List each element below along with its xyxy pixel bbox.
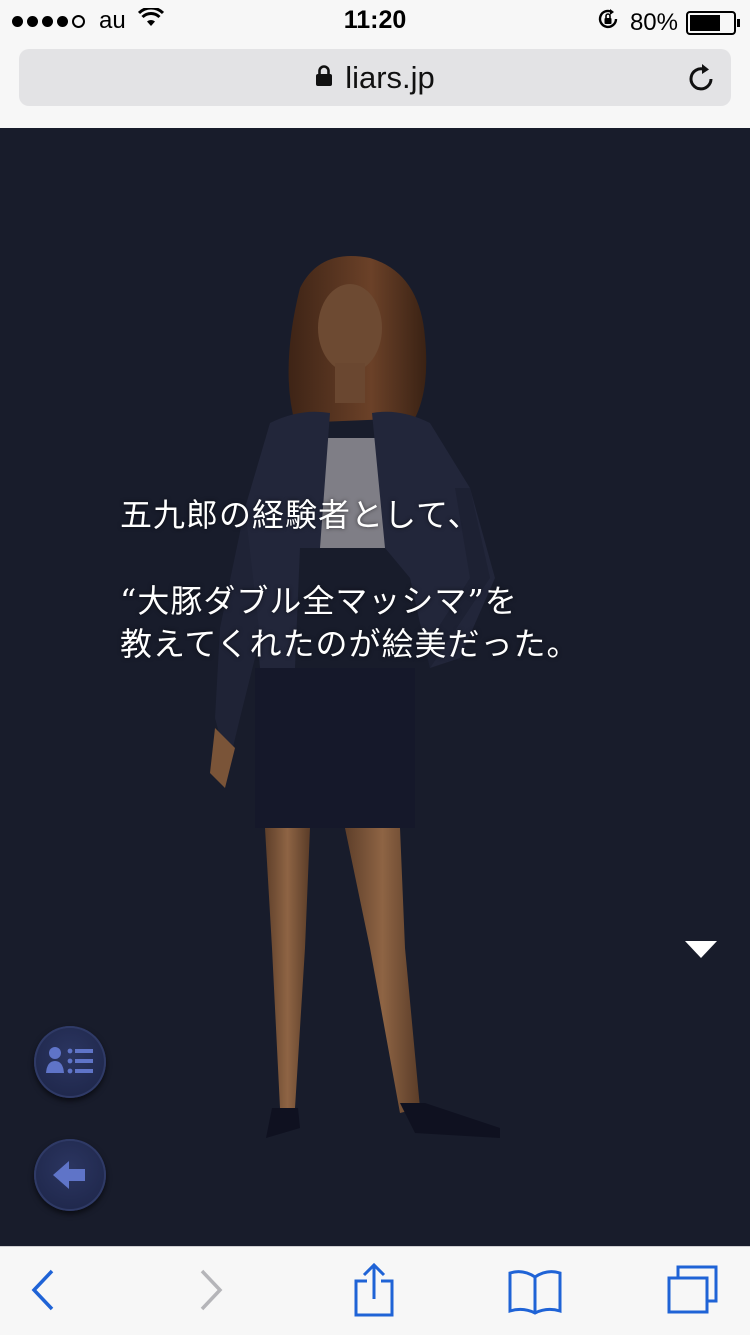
url-text: liars.jp	[345, 60, 435, 95]
character-figure	[210, 256, 500, 1138]
address-bar[interactable]: liars.jp	[19, 49, 731, 106]
url-display[interactable]: liars.jp	[19, 60, 731, 96]
chevron-left-icon[interactable]	[30, 1267, 56, 1318]
rotation-lock-icon	[596, 7, 620, 38]
battery-fill	[690, 14, 720, 31]
book-icon[interactable]	[507, 1269, 563, 1320]
dialogue-line: 五九郎の経験者として、	[120, 496, 481, 534]
browser-toolbar	[0, 1246, 750, 1335]
tabs-icon[interactable]	[666, 1265, 720, 1320]
dialogue-text: 五九郎の経験者として、 “大豚ダブル全マッシマ”を 教えてくれたのが絵美だった。	[120, 494, 579, 666]
battery-icon	[686, 10, 740, 35]
share-icon[interactable]	[352, 1262, 396, 1322]
dialogue-gap	[120, 537, 579, 580]
status-bar: au 11:20 80%	[0, 0, 750, 40]
battery-tip	[737, 18, 740, 27]
dialogue-line: 教えてくれたのが絵美だった。	[120, 625, 580, 663]
game-stage[interactable]: 五九郎の経験者として、 “大豚ダブル全マッシマ”を 教えてくれたのが絵美だった。	[0, 128, 750, 1246]
status-right: 80%	[596, 7, 740, 38]
lock-icon	[315, 59, 333, 95]
next-triangle-icon[interactable]	[685, 941, 717, 958]
back-button[interactable]	[34, 1139, 106, 1211]
chevron-right-icon[interactable]	[198, 1267, 224, 1318]
log-list-icon	[46, 1047, 93, 1074]
battery-percent: 80%	[629, 8, 678, 36]
reload-icon[interactable]	[688, 63, 716, 98]
log-button[interactable]	[34, 1026, 106, 1098]
back-arrow-icon	[53, 1161, 85, 1189]
address-bar-area: liars.jp	[0, 40, 750, 128]
dialogue-line: “大豚ダブル全マッシマ”を	[120, 582, 518, 620]
